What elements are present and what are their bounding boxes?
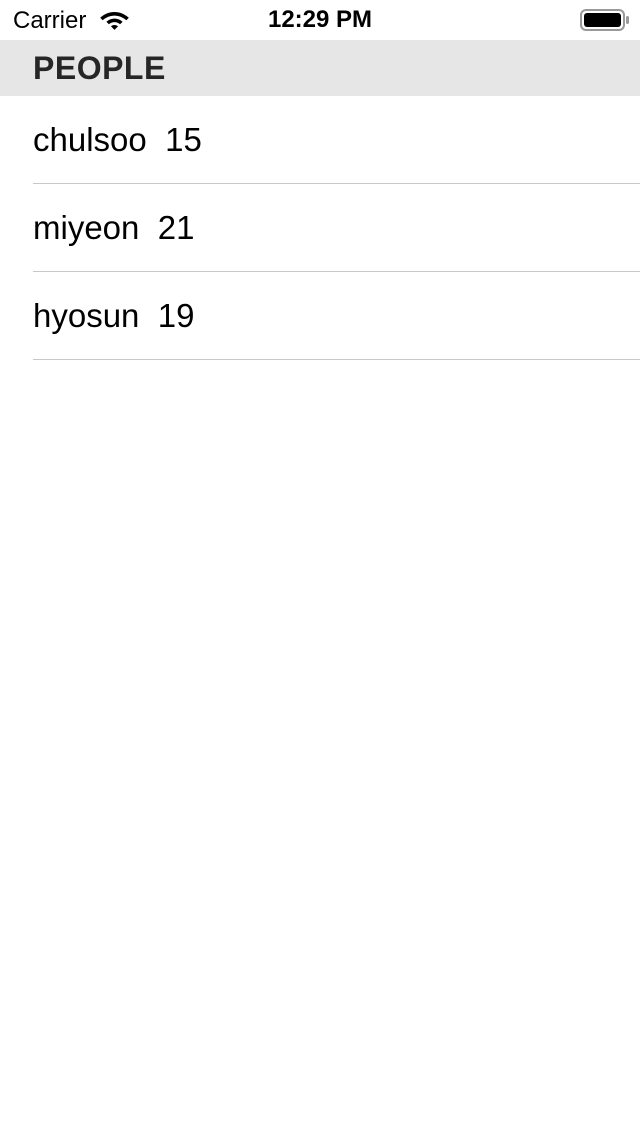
person-entry: chulsoo 15: [33, 120, 202, 160]
people-list: chulsoo 15 miyeon 21 hyosun 19: [0, 96, 640, 360]
person-age: 19: [157, 297, 195, 334]
list-item[interactable]: chulsoo 15: [0, 96, 640, 184]
list-item[interactable]: miyeon 21: [0, 184, 640, 272]
person-entry: miyeon 21: [33, 208, 194, 248]
row-separator: [33, 359, 640, 360]
person-age: 21: [157, 209, 195, 246]
person-entry: hyosun 19: [33, 296, 194, 336]
person-name: chulsoo: [33, 121, 147, 158]
section-header: PEOPLE: [0, 40, 640, 96]
clock: 12:29 PM: [267, 6, 373, 33]
screen: Carrier 12:29 PM PEOPLE chulsoo 15 miyeo…: [0, 0, 640, 1136]
person-name: hyosun: [33, 297, 140, 334]
section-title: PEOPLE: [33, 50, 166, 86]
battery-icon: [580, 9, 630, 31]
status-bar: Carrier 12:29 PM: [0, 0, 640, 40]
person-name: miyeon: [33, 209, 140, 246]
list-item[interactable]: hyosun 19: [0, 272, 640, 360]
person-age: 15: [165, 121, 202, 158]
